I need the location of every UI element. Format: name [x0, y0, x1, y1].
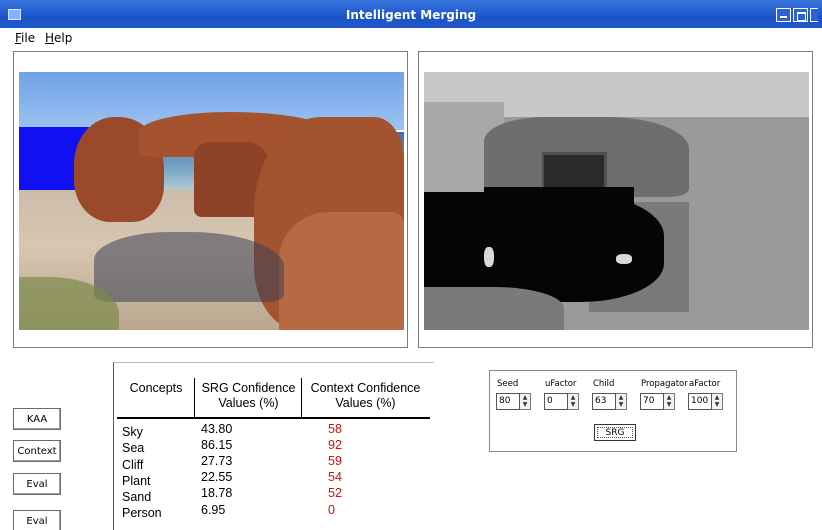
minimize-icon[interactable]	[776, 8, 791, 22]
context-value-cell: 59	[328, 454, 342, 468]
eval-button-2[interactable]: Eval	[13, 510, 61, 530]
param-label-ufactor: uFactor	[545, 379, 577, 389]
ufactor-input[interactable]: 0	[544, 393, 568, 410]
confidence-table: Concepts SRG Confidence Values (%) Conte…	[113, 362, 434, 530]
title-bar: Intelligent Merging	[0, 0, 822, 28]
concept-cell: Sky	[122, 425, 143, 439]
window-title: Intelligent Merging	[345, 8, 477, 22]
close-icon[interactable]	[810, 8, 818, 22]
afactor-stepper[interactable]: 100 ▲ ▼	[688, 393, 723, 410]
context-value-cell: 58	[328, 422, 342, 436]
spin-arrows-icon[interactable]: ▲ ▼	[664, 393, 675, 410]
kaa-button[interactable]: KAA	[13, 408, 61, 430]
concept-cell: Plant	[122, 474, 151, 488]
propagator-stepper[interactable]: 70 ▲ ▼	[640, 393, 675, 410]
menu-help[interactable]: Help	[45, 31, 72, 45]
context-value-cell: 92	[328, 438, 342, 452]
spin-arrows-icon[interactable]: ▲ ▼	[520, 393, 531, 410]
context-value-cell: 0	[328, 503, 335, 517]
original-image	[19, 72, 404, 330]
maximize-icon[interactable]	[793, 8, 808, 22]
original-image-panel	[13, 51, 408, 348]
concept-cell: Person	[122, 506, 162, 520]
window-controls	[776, 8, 818, 22]
seed-stepper[interactable]: 80 ▲ ▼	[496, 393, 531, 410]
propagator-input[interactable]: 70	[640, 393, 664, 410]
srg-button[interactable]: SRG	[594, 424, 636, 441]
menu-bar: File Help	[0, 28, 822, 48]
spin-arrows-icon[interactable]: ▲ ▼	[616, 393, 627, 410]
param-label-seed: Seed	[497, 379, 519, 389]
header-srg: SRG Confidence Values (%)	[201, 381, 296, 410]
segmentation-panel	[418, 51, 813, 348]
child-stepper[interactable]: 63 ▲ ▼	[592, 393, 627, 410]
child-input[interactable]: 63	[592, 393, 616, 410]
srg-value-cell: 43.80	[201, 422, 233, 436]
spin-arrows-icon[interactable]: ▲ ▼	[712, 393, 723, 410]
param-label-child: Child	[593, 379, 615, 389]
srg-value-cell: 27.73	[201, 454, 233, 468]
context-button[interactable]: Context	[13, 440, 61, 462]
srg-value-cell: 22.55	[201, 470, 233, 484]
param-label-afactor: aFactor	[689, 379, 721, 389]
concept-cell: Sand	[122, 490, 152, 504]
concept-cell: Cliff	[122, 458, 144, 472]
context-value-cell: 52	[328, 486, 342, 500]
spin-arrows-icon[interactable]: ▲ ▼	[568, 393, 579, 410]
param-label-propagator: Propagator	[641, 379, 688, 389]
srg-value-cell: 86.15	[201, 438, 233, 452]
srg-parameters-panel: Seed uFactor Child Propagator aFactor 80…	[489, 370, 737, 452]
context-value-cell: 54	[328, 470, 342, 484]
header-context: Context Confidence Values (%)	[310, 381, 421, 410]
ufactor-stepper[interactable]: 0 ▲ ▼	[544, 393, 579, 410]
eval-button[interactable]: Eval	[13, 473, 61, 495]
header-concepts: Concepts	[129, 381, 183, 395]
srg-value-cell: 18.78	[201, 486, 233, 500]
srg-value-cell: 6.95	[201, 503, 226, 517]
segmentation-image	[424, 72, 809, 330]
afactor-input[interactable]: 100	[688, 393, 712, 410]
seed-input[interactable]: 80	[496, 393, 520, 410]
concept-cell: Sea	[122, 441, 145, 455]
header-divider	[117, 417, 430, 419]
menu-file[interactable]: File	[15, 31, 35, 45]
